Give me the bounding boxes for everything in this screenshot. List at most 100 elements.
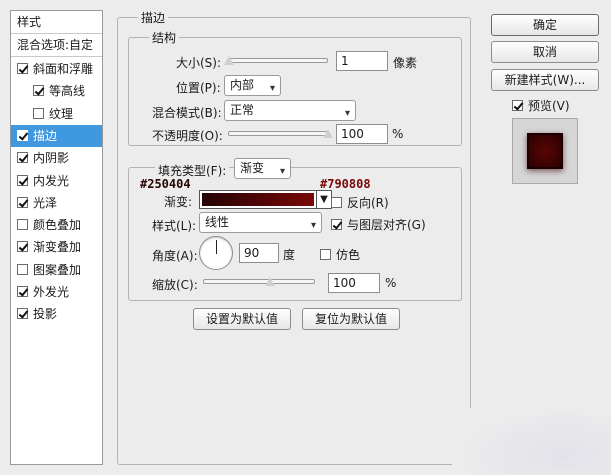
reverse-checkbox[interactable]: 反向(R) [331, 194, 389, 211]
opacity-slider-track[interactable] [228, 131, 328, 136]
effect-checkbox[interactable] [17, 241, 28, 253]
effect-checkbox[interactable] [17, 152, 28, 164]
gradient-dropdown-button[interactable]: ▼ [316, 190, 332, 209]
effect-label: 等高线 [49, 84, 86, 99]
cancel-button[interactable]: 取消 [491, 41, 599, 63]
align-checkbox-box[interactable] [331, 219, 342, 230]
effect-checkbox[interactable] [17, 129, 28, 141]
effect-checkbox[interactable] [17, 196, 28, 208]
style-select[interactable]: 线性 ▾ [199, 212, 322, 233]
angle-dial[interactable] [199, 236, 233, 270]
effect-item[interactable]: 等高线 [11, 80, 102, 102]
reverse-label: 反向(R) [347, 196, 389, 210]
blending-options-item[interactable]: 混合选项:自定 [11, 34, 102, 56]
preview-checkbox[interactable]: 预览(V) [512, 97, 570, 114]
scale-unit: % [385, 276, 397, 290]
reverse-checkbox-box[interactable] [331, 197, 342, 208]
opacity-unit: % [392, 127, 404, 141]
gradient-picker[interactable] [199, 190, 317, 209]
effect-label: 纹理 [49, 106, 74, 121]
scale-label: 缩放(C): [152, 278, 198, 292]
angle-label: 角度(A): [152, 249, 198, 263]
dither-checkbox-box[interactable] [320, 249, 331, 260]
effect-label: 外发光 [33, 285, 70, 299]
scale-input[interactable]: 100 [328, 273, 380, 293]
effect-label: 投影 [33, 307, 58, 322]
effect-label: 颜色叠加 [33, 218, 82, 233]
structure-title: 结构 [149, 29, 180, 46]
position-select[interactable]: 内部 ▾ [224, 75, 281, 96]
effect-item[interactable]: 内阴影 [11, 147, 102, 169]
effect-label: 内发光 [33, 173, 70, 188]
chevron-down-icon: ▾ [344, 108, 350, 119]
blend-mode-label: 混合模式(B): [152, 106, 222, 120]
style-preview-thumbnail [512, 118, 578, 184]
scale-slider-track[interactable] [203, 279, 315, 284]
opacity-slider-thumb[interactable] [323, 129, 333, 138]
fill-type-value: 渐变 [240, 161, 265, 175]
effect-label: 渐变叠加 [33, 240, 82, 255]
divider [11, 56, 102, 57]
effect-label: 光泽 [33, 195, 58, 210]
size-unit: 像素 [393, 56, 418, 70]
position-value: 内部 [230, 78, 255, 92]
reset-default-button[interactable]: 复位为默认值 [302, 308, 400, 330]
effect-checkbox[interactable] [17, 174, 28, 186]
effect-label: 内阴影 [33, 151, 70, 166]
chevron-down-icon: ▼ [320, 194, 328, 205]
preview-checkbox-box[interactable] [512, 100, 523, 111]
position-label: 位置(P): [176, 81, 221, 95]
effect-label: 斜面和浮雕 [33, 62, 94, 76]
new-style-button[interactable]: 新建样式(W)... [491, 69, 599, 91]
gradient-start-color-label: #250404 [140, 177, 191, 191]
size-slider-thumb[interactable] [224, 56, 234, 65]
chevron-down-icon: ▾ [269, 83, 275, 94]
style-value: 线性 [205, 215, 230, 229]
effect-item[interactable]: 外发光 [11, 281, 102, 303]
size-input[interactable]: 1 [336, 51, 388, 71]
effect-item[interactable]: 描边 [11, 124, 102, 147]
effect-item[interactable]: 斜面和浮雕 [11, 58, 102, 80]
effect-item[interactable]: 颜色叠加 [11, 214, 102, 236]
gradient-end-color-label: #790808 [320, 177, 371, 191]
effect-checkbox[interactable] [17, 308, 28, 320]
style-label: 样式(L): [152, 219, 197, 233]
effect-checkbox[interactable] [17, 263, 28, 275]
effect-item[interactable]: 渐变叠加 [11, 236, 102, 258]
preview-swatch [527, 133, 563, 169]
dither-checkbox[interactable]: 仿色 [320, 246, 360, 263]
blend-mode-select[interactable]: 正常 ▾ [224, 100, 356, 121]
styles-header[interactable]: 样式 [11, 11, 102, 33]
stroke-title: 描边 [138, 9, 169, 26]
preview-label: 预览(V) [528, 99, 570, 113]
opacity-label: 不透明度(O): [152, 129, 223, 143]
effect-item[interactable]: 投影 [11, 303, 102, 325]
effect-checkbox[interactable] [17, 286, 28, 297]
fill-type-select[interactable]: 渐变 ▾ [234, 158, 291, 179]
scale-slider-thumb[interactable] [265, 277, 275, 286]
blend-mode-value: 正常 [230, 103, 255, 117]
opacity-input[interactable]: 100 [336, 124, 388, 144]
ok-button[interactable]: 确定 [491, 14, 599, 36]
effect-item[interactable]: 图案叠加 [11, 259, 102, 281]
chevron-down-icon: ▾ [310, 220, 316, 231]
watermark-area [452, 408, 611, 475]
size-slider-track[interactable] [228, 58, 328, 63]
effect-checkbox[interactable] [17, 63, 28, 74]
align-with-layer-checkbox[interactable]: 与图层对齐(G) [331, 216, 426, 233]
angle-unit: 度 [283, 248, 296, 262]
effect-item[interactable]: 内发光 [11, 170, 102, 192]
make-default-button[interactable]: 设置为默认值 [193, 308, 291, 330]
dither-label: 仿色 [336, 248, 361, 262]
effect-checkbox[interactable] [33, 85, 44, 97]
effect-checkbox[interactable] [17, 219, 28, 231]
effect-label: 描边 [33, 128, 58, 143]
align-with-layer-label: 与图层对齐(G) [347, 218, 426, 232]
effect-checkbox[interactable] [33, 107, 44, 119]
chevron-down-icon: ▾ [279, 166, 285, 177]
effect-item[interactable]: 光泽 [11, 192, 102, 214]
angle-input[interactable]: 90 [239, 243, 279, 263]
gradient-swatch[interactable] [202, 193, 314, 206]
effect-label: 图案叠加 [33, 262, 82, 277]
effect-item[interactable]: 纹理 [11, 103, 102, 125]
